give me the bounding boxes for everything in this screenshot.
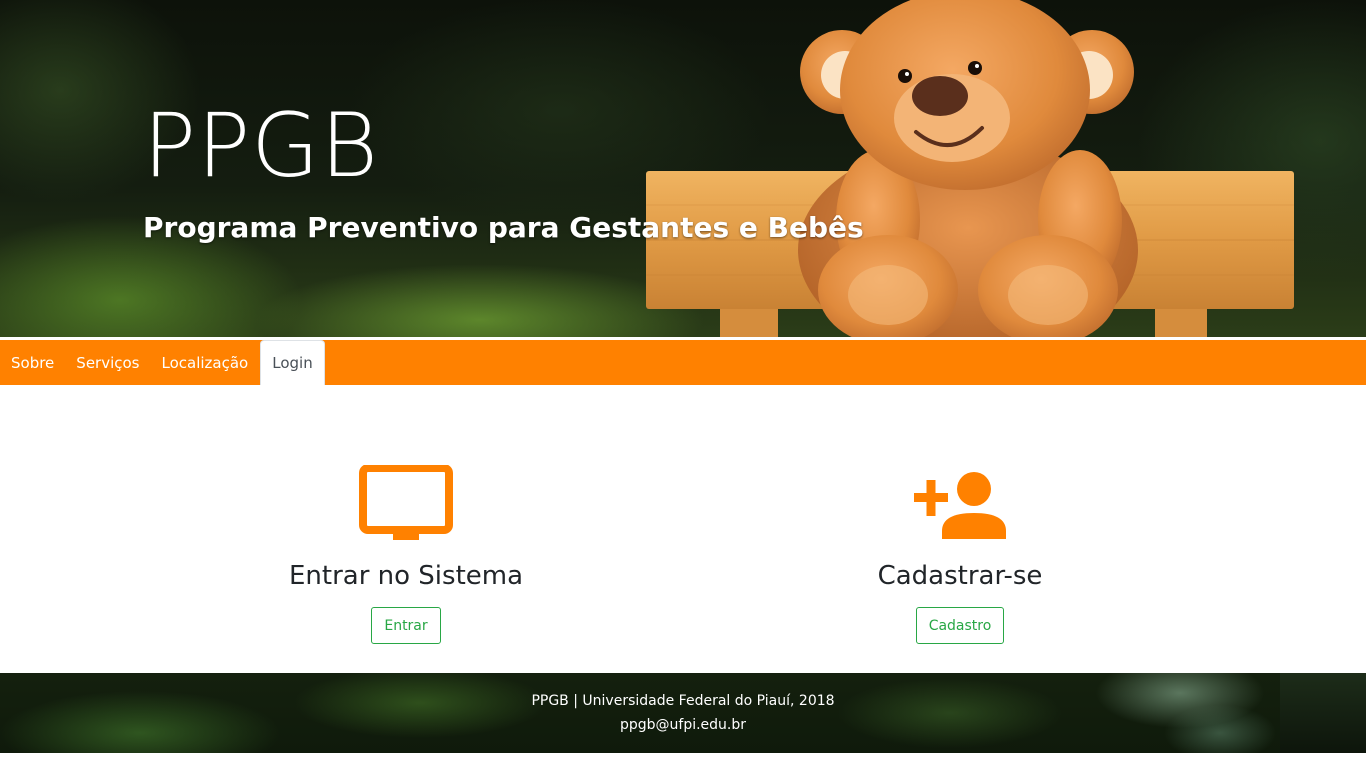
nav-item-login[interactable]: Login: [260, 340, 325, 385]
footer: PPGB | Universidade Federal do Piauí, 20…: [0, 673, 1366, 753]
page-bottom: [0, 753, 1366, 768]
signup-card: Cadastrar-se Cadastro: [760, 465, 1160, 644]
entrar-button[interactable]: Entrar: [371, 607, 441, 644]
login-card: Entrar no Sistema Entrar: [206, 465, 606, 644]
main-nav: Sobre Serviços Localização Login: [0, 340, 1366, 385]
cadastro-button[interactable]: Cadastro: [915, 607, 1005, 644]
login-card-title: Entrar no Sistema: [288, 561, 524, 591]
monitor-icon: [359, 465, 453, 540]
hero-banner: PPGB Programa Preventivo para Gestantes …: [0, 0, 1366, 337]
footer-copyright: PPGB | Universidade Federal do Piauí, 20…: [531, 693, 835, 709]
hero-subtitle: Programa Preventivo para Gestantes e Beb…: [143, 211, 864, 244]
nav-item-servicos[interactable]: Serviços: [65, 340, 150, 385]
nav-item-sobre[interactable]: Sobre: [0, 340, 65, 385]
footer-email: ppgb@ufpi.edu.br: [619, 717, 747, 733]
hero-title: PPGB: [143, 94, 379, 197]
nav-item-localizacao[interactable]: Localização: [151, 340, 260, 385]
teddy-bear-bench-image: [646, 0, 1294, 337]
signup-card-title: Cadastrar-se: [877, 561, 1043, 591]
main-content: Entrar no Sistema Entrar Cadastrar-se Ca…: [0, 385, 1366, 673]
add-user-icon: [914, 472, 1006, 539]
